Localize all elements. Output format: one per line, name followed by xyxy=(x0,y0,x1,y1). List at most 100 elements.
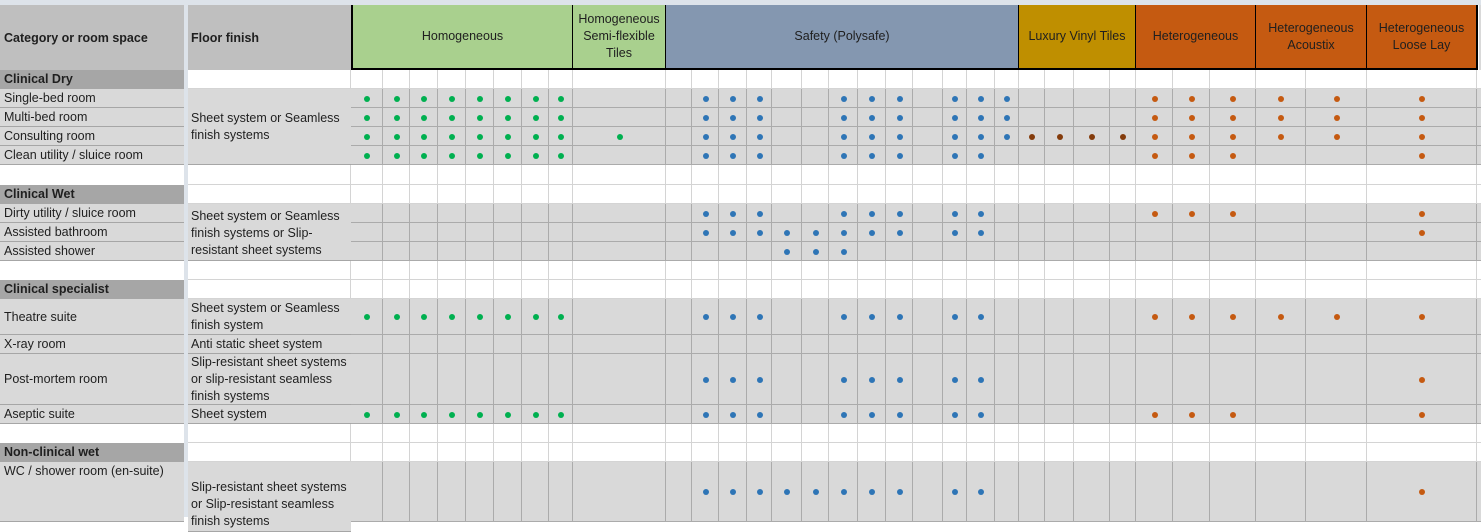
grid-cell[interactable] xyxy=(995,462,1019,522)
group-header-heterogeneous-acoustix[interactable]: Heterogeneous Acoustix xyxy=(1256,5,1368,70)
grid-cell[interactable] xyxy=(772,185,802,204)
grid-cell[interactable] xyxy=(549,223,573,242)
grid-cell[interactable] xyxy=(913,405,943,424)
grid-cell[interactable] xyxy=(410,354,438,405)
header-floor-finish[interactable]: Floor finish xyxy=(188,5,351,70)
grid-cell[interactable] xyxy=(943,280,967,299)
finish-blank-cell[interactable] xyxy=(188,261,351,280)
grid-cell[interactable] xyxy=(351,242,383,261)
grid-cell[interactable] xyxy=(1074,223,1110,242)
grid-cell[interactable] xyxy=(351,443,383,462)
grid-cell[interactable] xyxy=(1173,185,1210,204)
room-row[interactable]: Single-bed room xyxy=(0,89,184,108)
grid-cell[interactable] xyxy=(466,462,494,522)
grid-cell[interactable] xyxy=(438,443,466,462)
grid-cell[interactable] xyxy=(666,89,692,108)
grid-cell[interactable] xyxy=(802,405,829,424)
grid-cell[interactable] xyxy=(438,462,466,522)
grid-cell[interactable] xyxy=(351,223,383,242)
grid-cell[interactable] xyxy=(886,335,913,354)
grid-cell[interactable] xyxy=(351,204,383,223)
grid-cell[interactable] xyxy=(913,354,943,405)
grid-cell[interactable] xyxy=(772,89,802,108)
grid-cell[interactable] xyxy=(913,70,943,89)
grid-cell[interactable] xyxy=(1136,165,1173,185)
grid-cell[interactable] xyxy=(1045,223,1074,242)
grid-cell[interactable] xyxy=(1210,165,1256,185)
grid-cell[interactable] xyxy=(1477,70,1481,89)
grid-cell[interactable] xyxy=(1019,185,1045,204)
grid-cell[interactable] xyxy=(995,261,1019,280)
grid-cell[interactable] xyxy=(719,443,747,462)
grid-cell[interactable] xyxy=(494,443,522,462)
grid-cell[interactable] xyxy=(719,280,747,299)
grid-cell[interactable] xyxy=(522,185,549,204)
grid-cell[interactable] xyxy=(1110,335,1136,354)
grid-cell[interactable] xyxy=(666,242,692,261)
grid-cell[interactable] xyxy=(1019,443,1045,462)
grid-cell[interactable] xyxy=(1019,89,1045,108)
grid-cell[interactable] xyxy=(549,443,573,462)
grid-cell[interactable] xyxy=(438,335,466,354)
grid-cell[interactable] xyxy=(573,443,666,462)
grid-cell[interactable] xyxy=(802,261,829,280)
grid-cell[interactable] xyxy=(351,185,383,204)
grid-cell[interactable] xyxy=(410,70,438,89)
group-header-homogeneous[interactable]: Homogeneous xyxy=(351,5,574,70)
grid-cell[interactable] xyxy=(967,261,995,280)
grid-cell[interactable] xyxy=(438,354,466,405)
grid-cell[interactable] xyxy=(1477,354,1481,405)
finish-blank-cell[interactable] xyxy=(188,443,351,462)
grid-cell[interactable] xyxy=(410,335,438,354)
grid-cell[interactable] xyxy=(967,280,995,299)
grid-cell[interactable] xyxy=(772,204,802,223)
grid-cell[interactable] xyxy=(772,70,802,89)
grid-cell[interactable] xyxy=(886,165,913,185)
grid-cell[interactable] xyxy=(1256,443,1306,462)
grid-cell[interactable] xyxy=(967,242,995,261)
grid-cell[interactable] xyxy=(1367,185,1477,204)
grid-cell[interactable] xyxy=(573,299,666,335)
grid-cell[interactable] xyxy=(438,204,466,223)
grid-cell[interactable] xyxy=(1045,354,1074,405)
grid-cell[interactable] xyxy=(858,261,886,280)
grid-cell[interactable] xyxy=(967,424,995,443)
grid-cell[interactable] xyxy=(1210,70,1256,89)
grid-cell[interactable] xyxy=(666,443,692,462)
grid-cell[interactable] xyxy=(1210,443,1256,462)
grid-cell[interactable] xyxy=(1074,89,1110,108)
grid-cell[interactable] xyxy=(549,165,573,185)
grid-cell[interactable] xyxy=(466,354,494,405)
grid-cell[interactable] xyxy=(943,70,967,89)
grid-cell[interactable] xyxy=(666,204,692,223)
grid-cell[interactable] xyxy=(1256,424,1306,443)
grid-cell[interactable] xyxy=(573,261,666,280)
room-row[interactable]: Assisted shower xyxy=(0,242,184,261)
grid-cell[interactable] xyxy=(438,261,466,280)
grid-cell[interactable] xyxy=(1306,405,1367,424)
grid-cell[interactable] xyxy=(466,165,494,185)
grid-cell[interactable] xyxy=(573,280,666,299)
grid-cell[interactable] xyxy=(995,204,1019,223)
grid-cell[interactable] xyxy=(1136,261,1173,280)
grid-cell[interactable] xyxy=(573,89,666,108)
group-header-heterogeneous[interactable]: Heterogeneous xyxy=(1136,5,1257,70)
grid-cell[interactable] xyxy=(1019,280,1045,299)
grid-cell[interactable] xyxy=(522,70,549,89)
grid-cell[interactable] xyxy=(494,204,522,223)
grid-cell[interactable] xyxy=(383,424,410,443)
room-row[interactable]: Multi-bed room xyxy=(0,108,184,127)
grid-cell[interactable] xyxy=(1136,242,1173,261)
grid-cell[interactable] xyxy=(772,424,802,443)
grid-cell[interactable] xyxy=(858,165,886,185)
grid-cell[interactable] xyxy=(913,242,943,261)
grid-cell[interactable] xyxy=(1045,335,1074,354)
floor-finish-cell[interactable]: Sheet system or Seamless finish systems xyxy=(188,89,351,165)
grid-cell[interactable] xyxy=(913,108,943,127)
grid-cell[interactable] xyxy=(410,185,438,204)
grid-cell[interactable] xyxy=(1477,127,1481,146)
grid-cell[interactable] xyxy=(886,185,913,204)
grid-cell[interactable] xyxy=(549,354,573,405)
grid-cell[interactable] xyxy=(719,165,747,185)
grid-cell[interactable] xyxy=(886,443,913,462)
